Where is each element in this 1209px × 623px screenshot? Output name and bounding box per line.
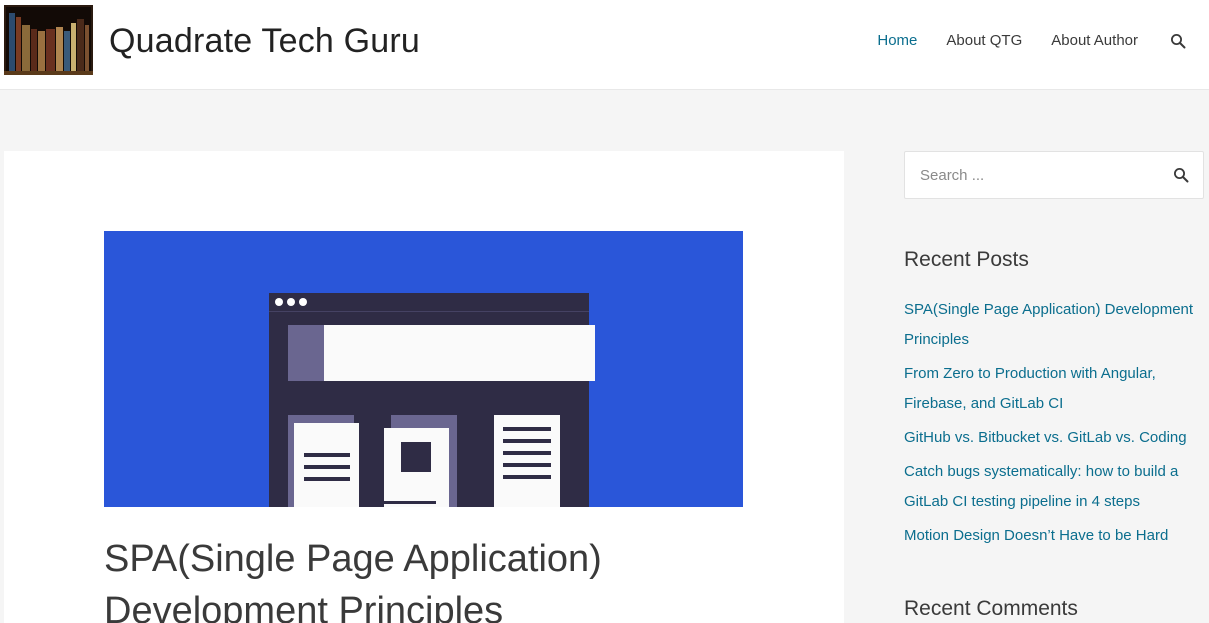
list-item: Motion Design Doesn’t Have to be Hard — [904, 521, 1204, 551]
recent-post-link[interactable]: From Zero to Production with Angular, Fi… — [904, 365, 1156, 412]
recent-posts-heading: Recent Posts — [904, 248, 1029, 271]
featured-image[interactable] — [104, 231, 743, 507]
sidebar-search-form — [904, 151, 1204, 199]
nav-about-author[interactable]: About Author — [1051, 28, 1138, 54]
list-item: SPA(Single Page Application) Development… — [904, 295, 1204, 355]
article-card: SPA(Single Page Application) Development… — [4, 151, 844, 623]
recent-post-link[interactable]: Catch bugs systematically: how to build … — [904, 463, 1178, 510]
recent-post-link[interactable]: Motion Design Doesn’t Have to be Hard — [904, 527, 1168, 544]
recent-post-link[interactable]: GitHub vs. Bitbucket vs. GitLab vs. Codi… — [904, 429, 1187, 446]
main-nav: Home About QTG About Author — [877, 28, 1209, 54]
nav-about-qtg[interactable]: About QTG — [946, 28, 1022, 54]
list-item: From Zero to Production with Angular, Fi… — [904, 359, 1204, 419]
post-title[interactable]: SPA(Single Page Application) Development… — [104, 533, 744, 623]
site-title[interactable]: Quadrate Tech Guru — [109, 21, 420, 61]
recent-comments-heading: Recent Comments — [904, 597, 1078, 620]
list-item: Catch bugs systematically: how to build … — [904, 457, 1204, 517]
site-header: Quadrate Tech Guru Home About QTG About … — [0, 0, 1209, 90]
bookshelf-logo[interactable] — [4, 5, 93, 75]
list-item: GitHub vs. Bitbucket vs. GitLab vs. Codi… — [904, 423, 1204, 453]
recent-post-link[interactable]: SPA(Single Page Application) Development… — [904, 301, 1193, 348]
nav-home[interactable]: Home — [877, 28, 917, 54]
recent-posts-list: SPA(Single Page Application) Development… — [904, 295, 1204, 555]
search-icon[interactable] — [1167, 30, 1189, 52]
search-icon[interactable] — [1173, 167, 1191, 185]
search-input[interactable] — [905, 152, 1165, 198]
